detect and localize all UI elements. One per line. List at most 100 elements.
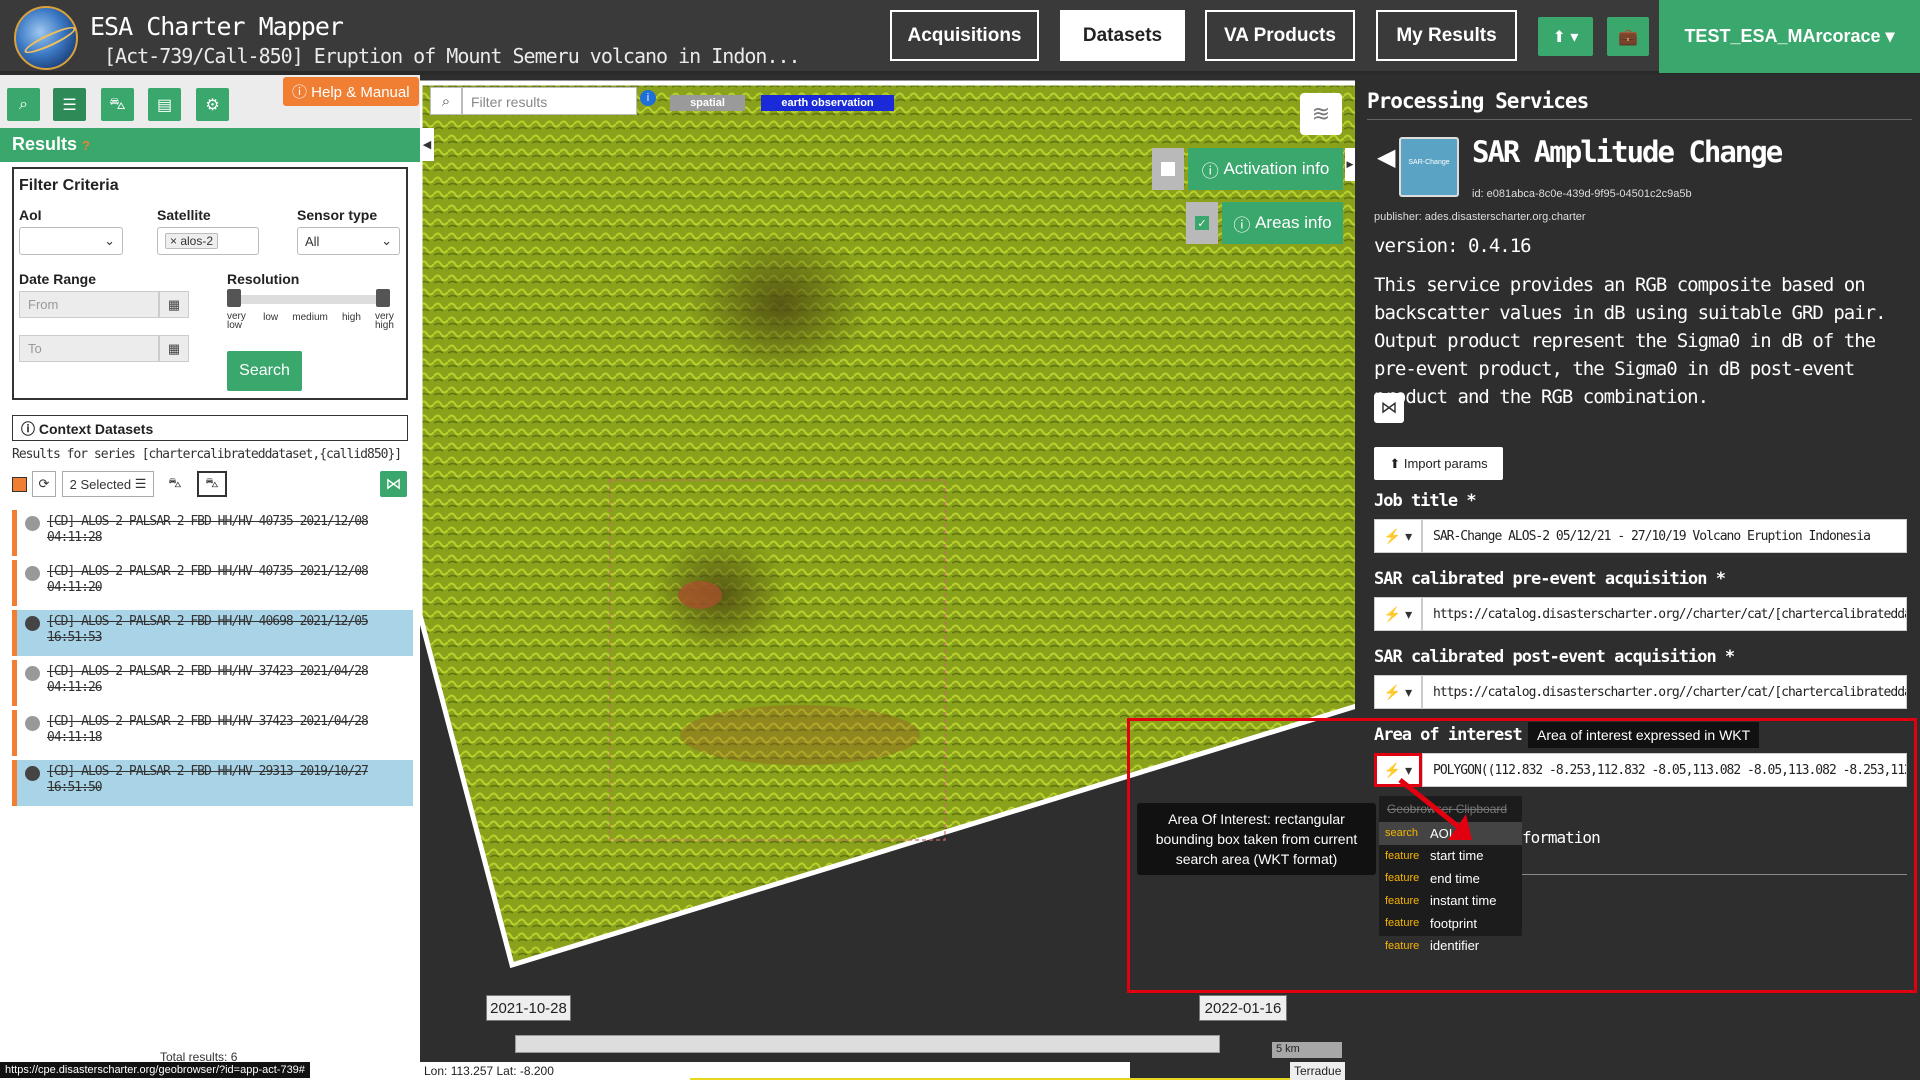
tab-acquisitions[interactable]: Acquisitions xyxy=(890,10,1039,61)
globe-icon xyxy=(25,566,40,581)
list-item[interactable]: [CD] ALOS-2 PALSAR-2 FBD HH/HV 40735 202… xyxy=(12,510,413,556)
basket-add-icon[interactable]: ⛍ xyxy=(197,471,227,497)
timeline-slider[interactable] xyxy=(515,1035,1220,1053)
globe-icon xyxy=(25,766,40,781)
context-title: Context Datasets xyxy=(38,421,154,437)
panel-title: Processing Services xyxy=(1367,89,1589,113)
service-id: id: e081abca-8c0e-439d-9f95-04501c2c9a5b xyxy=(1472,188,1692,200)
dropdown-item-footprint[interactable]: feature footprint xyxy=(1379,912,1522,935)
globe-icon xyxy=(25,716,40,731)
back-caret-icon[interactable]: ◀ xyxy=(1377,143,1395,172)
timeline-end-date: 2022-01-16 xyxy=(1199,995,1287,1021)
user-menu[interactable]: TEST_ESA_MArcorace ▾ xyxy=(1659,0,1920,73)
globe-icon xyxy=(25,516,40,531)
help-manual-button[interactable]: ⓘ Help & Manual xyxy=(283,77,419,106)
resolution-slider-track[interactable] xyxy=(227,295,390,304)
job-title-input[interactable]: SAR-Change ALOS-2 05/12/21 - 27/10/19 Vo… xyxy=(1422,519,1907,553)
sensor-label: Sensor type xyxy=(297,207,378,223)
areas-info-button[interactable]: ⓘ Areas info xyxy=(1222,202,1343,244)
add-to-basket-icon[interactable]: ⛍ xyxy=(162,471,188,497)
share-icon[interactable]: ⋈ xyxy=(1374,393,1404,423)
top-header: ESA Charter Mapper [Act-739/Call-850] Er… xyxy=(0,0,1920,73)
tab-my-results[interactable]: My Results xyxy=(1376,10,1517,61)
globe-icon xyxy=(25,616,40,631)
search-button[interactable]: Search xyxy=(227,351,302,391)
list-item[interactable]: [CD] ALOS-2 PALSAR-2 FBD HH/HV 40698 202… xyxy=(12,610,413,656)
wand-menu-button[interactable]: ⚡ ▾ xyxy=(1374,597,1422,631)
res-tick: high xyxy=(341,312,361,323)
satellite-chip[interactable]: × alos-2 xyxy=(165,233,219,249)
layers-icon[interactable]: ≋ xyxy=(1300,93,1342,135)
search-icon[interactable]: ⌕ xyxy=(430,87,462,115)
import-params-button[interactable]: ⬆ Import params xyxy=(1374,447,1503,480)
wand-menu-button[interactable]: ⚡ ▾ xyxy=(1374,675,1422,709)
date-from-input[interactable]: From xyxy=(19,291,159,318)
chip-earth-observation[interactable]: earth observation xyxy=(761,95,894,111)
res-tick: medium xyxy=(292,312,328,323)
areas-info-label: Areas info xyxy=(1255,213,1332,232)
context-datasets-header: ⓘ Context Datasets xyxy=(12,415,408,441)
archive-icon[interactable]: ▤ xyxy=(148,88,181,121)
share-icon[interactable]: ⋈ xyxy=(380,471,407,497)
tab-datasets[interactable]: Datasets xyxy=(1060,10,1185,61)
aoi-info-text: formation xyxy=(1522,828,1601,847)
item-title: [CD] ALOS-2 PALSAR-2 FBD HH/HV 40735 202… xyxy=(47,564,369,595)
item-label: start time xyxy=(1430,848,1484,864)
pre-event-input[interactable]: https://catalog.disasterscharter.org//ch… xyxy=(1422,597,1907,631)
list-item[interactable]: [CD] ALOS-2 PALSAR-2 FBD HH/HV 37423 202… xyxy=(12,660,413,706)
item-label: footprint xyxy=(1430,915,1477,931)
list-item[interactable]: [CD] ALOS-2 PALSAR-2 FBD HH/HV 37423 202… xyxy=(12,710,413,756)
areas-info-checkbox[interactable]: ✓ xyxy=(1186,202,1218,244)
select-all-checkbox[interactable] xyxy=(12,477,27,492)
collapse-right-icon[interactable]: ▶ xyxy=(1345,148,1355,181)
dropdown-item-end-time[interactable]: feature end time xyxy=(1379,867,1522,890)
info-icon[interactable]: i xyxy=(640,90,656,106)
calendar-icon[interactable]: ▦ xyxy=(159,291,189,318)
results-header: Results ? xyxy=(0,128,420,162)
item-title: [CD] ALOS-2 PALSAR-2 FBD HH/HV 37423 202… xyxy=(47,664,369,695)
resolution-slider-handle-max[interactable] xyxy=(376,289,390,307)
briefcase-icon[interactable]: 💼 xyxy=(1607,17,1649,56)
refresh-icon[interactable]: ⟳ xyxy=(32,471,56,497)
selected-menu-button[interactable]: 2 Selected ☰ xyxy=(62,471,154,497)
status-url: https://cpe.disasterscharter.org/geobrow… xyxy=(0,1062,310,1078)
satellite-value: alos-2 xyxy=(180,234,214,248)
basket-icon[interactable]: ⛍ xyxy=(101,88,134,121)
list-item[interactable]: [CD] ALOS-2 PALSAR-2 FBD HH/HV 40735 202… xyxy=(12,560,413,606)
collapse-left-icon[interactable]: ◀ xyxy=(420,128,434,161)
dropdown-item-instant-time[interactable]: feature instant time xyxy=(1379,890,1522,913)
dropdown-item-identifier[interactable]: feature identifier xyxy=(1379,935,1522,958)
item-tag: feature xyxy=(1385,849,1420,862)
tab-va-products[interactable]: VA Products xyxy=(1205,10,1355,61)
search-icon[interactable]: ⌕ xyxy=(7,88,40,121)
list-icon[interactable]: ☰ xyxy=(53,88,86,121)
item-title: [CD] ALOS-2 PALSAR-2 FBD HH/HV 37423 202… xyxy=(47,714,369,745)
help-label: Help & Manual xyxy=(311,84,410,101)
post-event-input[interactable]: https://catalog.disasterscharter.org//ch… xyxy=(1422,675,1907,709)
wand-menu-button[interactable]: ⚡ ▾ xyxy=(1374,519,1422,553)
activation-info-checkbox[interactable] xyxy=(1152,148,1184,190)
sensor-select[interactable]: All ⌄ xyxy=(297,227,400,255)
series-text: Results for series [chartercalibrateddat… xyxy=(12,447,402,462)
chip-spatial[interactable]: spatial xyxy=(670,95,745,111)
service-thumbnail: SAR-Change xyxy=(1399,137,1459,197)
list-item[interactable]: [CD] ALOS-2 PALSAR-2 FBD HH/HV 29313 201… xyxy=(12,760,413,806)
scale-bar: 5 km xyxy=(1272,1042,1342,1058)
filter-results-input[interactable]: Filter results xyxy=(462,87,637,115)
activation-info-button[interactable]: ⓘ Activation info xyxy=(1188,148,1343,190)
item-title: [CD] ALOS-2 PALSAR-2 FBD HH/HV 40735 202… xyxy=(47,514,369,545)
help-circle-icon[interactable]: ? xyxy=(82,138,90,153)
upload-menu-button[interactable]: ⬆ ▾ xyxy=(1538,17,1593,56)
aoi-select[interactable]: ⌄ xyxy=(19,227,123,255)
satellite-label: Satellite xyxy=(157,207,211,223)
calendar-icon[interactable]: ▦ xyxy=(159,335,189,362)
gear-icon[interactable]: ⚙ xyxy=(196,88,229,121)
satellite-select[interactable]: × alos-2 xyxy=(157,227,259,255)
aoi-label: AoI xyxy=(19,207,42,223)
date-to-input[interactable]: To xyxy=(19,335,159,362)
activation-title: [Act-739/Call-850] Eruption of Mount Sem… xyxy=(104,44,801,68)
item-label: end time xyxy=(1430,870,1480,886)
resolution-slider-handle-min[interactable] xyxy=(227,289,241,307)
service-name: SAR Amplitude Change xyxy=(1472,135,1783,169)
tooltip-aoi-help: Area Of Interest: rectangular bounding b… xyxy=(1137,803,1376,875)
